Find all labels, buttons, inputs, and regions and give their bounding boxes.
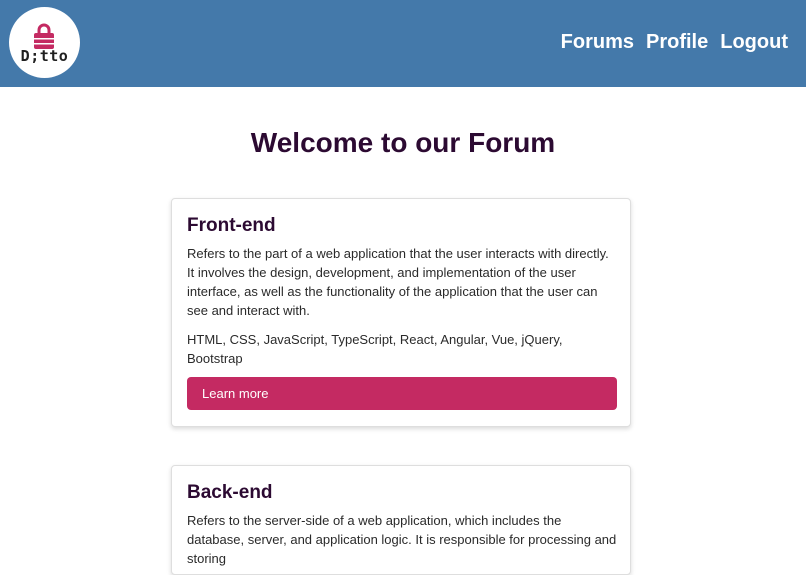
card-description: Refers to the part of a web application … (187, 246, 609, 318)
learn-more-button[interactable]: Learn more (187, 377, 617, 410)
card-technologies: HTML, CSS, JavaScript, TypeScript, React… (187, 332, 563, 366)
logo-text: D;tto (20, 47, 69, 65)
forum-card-backend: Back-end Refers to the server-side of a … (171, 465, 631, 575)
page-title: Welcome to our Forum (250, 127, 556, 158)
card-title: Back-end (187, 482, 273, 503)
top-navbar: D;tto Forums Profile Logout (0, 0, 806, 87)
nav-forums-link[interactable]: Forums (561, 29, 634, 55)
card-description: Refers to the server-side of a web appli… (187, 513, 617, 566)
nav-logout-link[interactable]: Logout (720, 29, 788, 55)
forum-card-frontend: Front-end Refers to the part of a web ap… (171, 198, 631, 427)
logo[interactable]: D;tto (9, 7, 80, 78)
nav-profile-link[interactable]: Profile (646, 29, 708, 55)
main-nav: Forums Profile Logout (561, 29, 788, 55)
lock-icon (34, 23, 54, 49)
card-title: Front-end (187, 215, 276, 236)
